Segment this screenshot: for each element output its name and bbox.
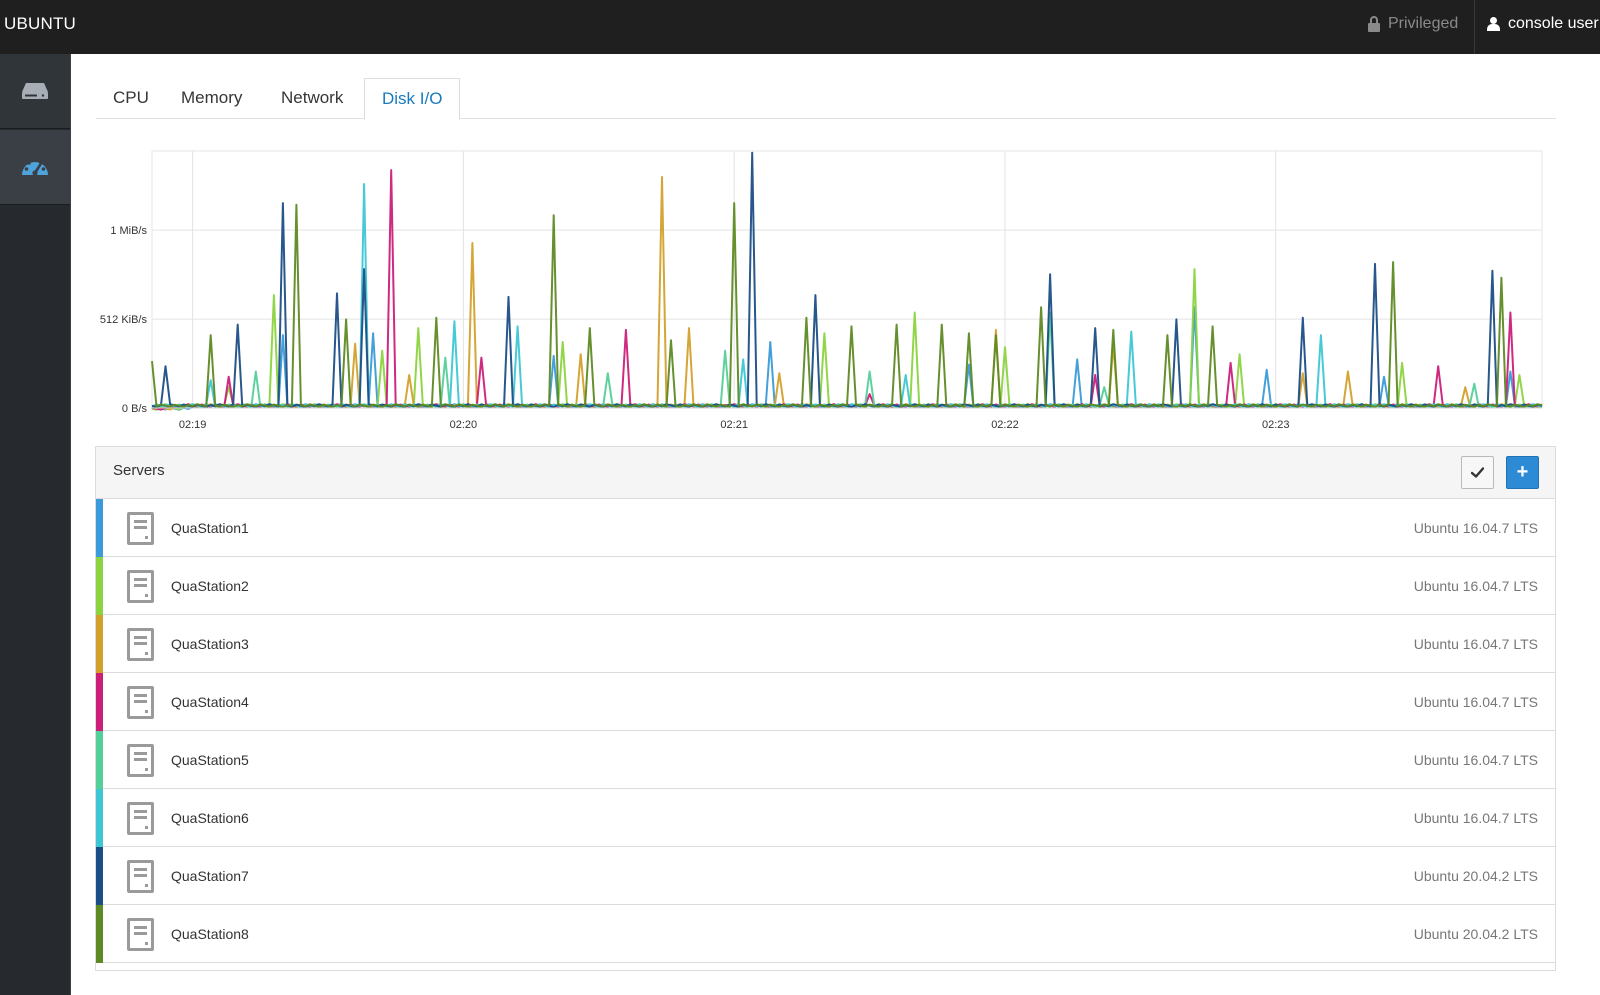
server-icon xyxy=(127,570,154,603)
host-brand[interactable]: UBUNTU xyxy=(4,14,76,34)
server-row[interactable]: QuaStation8 Ubuntu 20.04.2 LTS xyxy=(96,905,1555,963)
server-name: QuaStation5 xyxy=(171,752,249,768)
x-tick-label: 02:23 xyxy=(1262,419,1290,431)
server-row[interactable]: QuaStation7 Ubuntu 20.04.2 LTS xyxy=(96,847,1555,905)
server-os: Ubuntu 16.04.7 LTS xyxy=(1413,752,1538,768)
server-os: Ubuntu 16.04.7 LTS xyxy=(1413,694,1538,710)
servers-panel: Servers + QuaStation1 Ubuntu 16.04.7 LTS Q… xyxy=(95,446,1556,971)
server-name: QuaStation4 xyxy=(171,694,249,710)
server-name: QuaStation1 xyxy=(171,520,249,536)
x-tick-label: 02:22 xyxy=(991,419,1019,431)
select-servers-button[interactable] xyxy=(1461,456,1494,489)
tab-network[interactable]: Network xyxy=(264,78,360,119)
server-name: QuaStation7 xyxy=(171,868,249,884)
server-icon xyxy=(127,802,154,835)
user-menu[interactable]: console user xyxy=(1487,15,1599,33)
servers-panel-title: Servers xyxy=(113,462,165,479)
sidebar xyxy=(0,54,71,995)
privileged-indicator[interactable]: Privileged xyxy=(1368,15,1458,33)
server-icon xyxy=(127,686,154,719)
sidebar-item-hosts[interactable] xyxy=(0,54,70,129)
server-row[interactable]: QuaStation1 Ubuntu 16.04.7 LTS xyxy=(96,499,1555,557)
server-color-swatch xyxy=(96,557,103,615)
add-server-button[interactable]: + xyxy=(1506,456,1539,489)
server-row[interactable]: QuaStation5 Ubuntu 16.04.7 LTS xyxy=(96,731,1555,789)
server-list: QuaStation1 Ubuntu 16.04.7 LTS QuaStation2… xyxy=(96,499,1555,963)
y-tick-label: 512 KiB/s xyxy=(100,314,148,326)
metrics-tabs: CPU Memory Network Disk I/O xyxy=(96,78,1556,120)
tab-memory[interactable]: Memory xyxy=(164,78,259,119)
server-color-swatch xyxy=(96,905,103,963)
server-icon xyxy=(127,744,154,777)
server-color-swatch xyxy=(96,789,103,847)
server-color-swatch xyxy=(96,731,103,789)
servers-panel-header: Servers + xyxy=(96,447,1555,499)
y-tick-label: 0 B/s xyxy=(122,403,148,415)
tab-disk-io[interactable]: Disk I/O xyxy=(364,78,461,120)
server-row[interactable]: QuaStation6 Ubuntu 16.04.7 LTS xyxy=(96,789,1555,847)
server-icon xyxy=(127,628,154,661)
server-name: QuaStation2 xyxy=(171,578,249,594)
server-name: QuaStation6 xyxy=(171,810,249,826)
unlock-icon xyxy=(1368,16,1380,32)
server-row[interactable]: QuaStation3 Ubuntu 16.04.7 LTS xyxy=(96,615,1555,673)
y-tick-label: 1 MiB/s xyxy=(110,225,147,237)
server-row[interactable]: QuaStation2 Ubuntu 16.04.7 LTS xyxy=(96,557,1555,615)
server-os: Ubuntu 16.04.7 LTS xyxy=(1413,810,1538,826)
top-bar-divider xyxy=(1474,0,1475,54)
server-color-swatch xyxy=(96,847,103,905)
server-icon xyxy=(127,512,154,545)
disk-io-chart: 0 B/s 512 KiB/s 1 MiB/s 02:19 02:20 02:21 02:2… xyxy=(90,146,1550,436)
x-tick-label: 02:19 xyxy=(179,419,207,431)
server-os: Ubuntu 16.04.7 LTS xyxy=(1413,520,1538,536)
server-color-swatch xyxy=(96,615,103,673)
disk-io-chart-svg: 0 B/s 512 KiB/s 1 MiB/s 02:19 02:20 02:21 02:2… xyxy=(100,150,1543,431)
user-icon xyxy=(1487,17,1500,31)
server-color-swatch xyxy=(96,499,103,557)
user-label: console user xyxy=(1508,15,1599,32)
checkmark-icon xyxy=(1471,467,1484,478)
server-icon xyxy=(127,860,154,893)
server-rack-icon xyxy=(22,83,48,99)
server-icon xyxy=(127,918,154,951)
server-os: Ubuntu 16.04.7 LTS xyxy=(1413,578,1538,594)
sidebar-item-dashboard[interactable] xyxy=(0,130,70,205)
server-os: Ubuntu 20.04.2 LTS xyxy=(1413,868,1538,884)
x-tick-label: 02:21 xyxy=(720,419,748,431)
server-color-swatch xyxy=(96,673,103,731)
privileged-label: Privileged xyxy=(1388,15,1459,32)
tab-cpu[interactable]: CPU xyxy=(96,78,166,119)
server-os: Ubuntu 16.04.7 LTS xyxy=(1413,636,1538,652)
dashboard-gauge-icon xyxy=(22,158,48,176)
server-name: QuaStation3 xyxy=(171,636,249,652)
server-row[interactable]: QuaStation4 Ubuntu 16.04.7 LTS xyxy=(96,673,1555,731)
top-bar: UBUNTU Privileged console user xyxy=(0,0,1600,54)
server-name: QuaStation8 xyxy=(171,926,249,942)
x-tick-label: 02:20 xyxy=(450,419,478,431)
server-os: Ubuntu 20.04.2 LTS xyxy=(1413,926,1538,942)
